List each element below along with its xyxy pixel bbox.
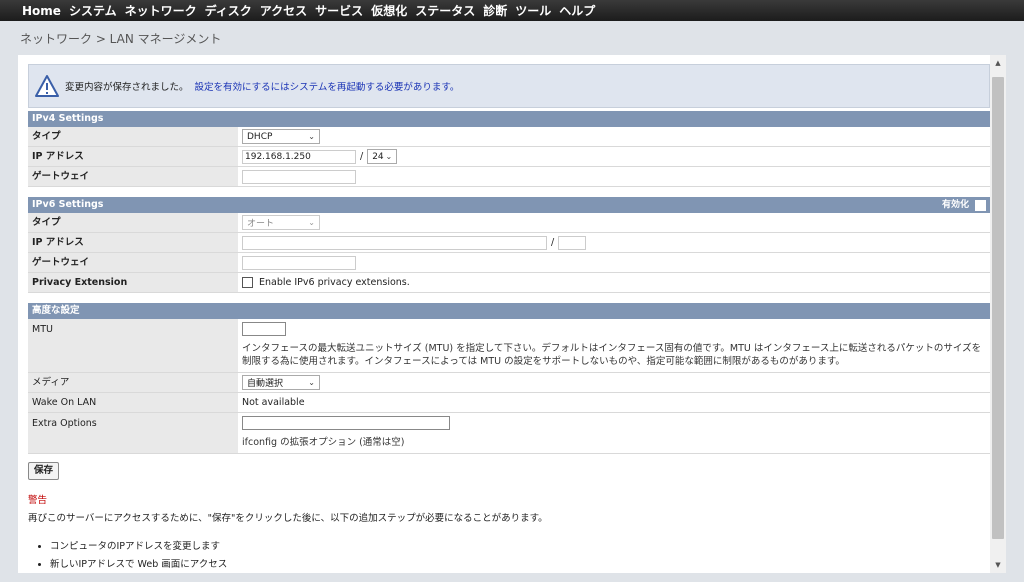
ipv6-privacy-text: Enable IPv6 privacy extensions. xyxy=(259,277,410,288)
ipv6-type-label: タイプ xyxy=(28,213,238,232)
media-row: メディア 自動選択 ⌄ xyxy=(28,373,990,393)
ipv6-type-value: オート xyxy=(247,219,275,229)
nav-home[interactable]: Home xyxy=(22,4,61,18)
scroll-down-icon[interactable]: ▼ xyxy=(990,557,1006,573)
vertical-scrollbar[interactable]: ▲ ▼ xyxy=(990,55,1006,573)
ipv6-heading: IPv6 Settings xyxy=(32,199,104,210)
ipv6-privacy-label: Privacy Extension xyxy=(28,273,238,292)
nav-network[interactable]: ネットワーク xyxy=(125,2,197,19)
mtu-input[interactable] xyxy=(242,322,286,336)
ipv4-mask-select[interactable]: 24 ⌄ xyxy=(367,149,398,164)
save-button[interactable]: 保存 xyxy=(28,462,60,480)
media-value: 自動選択 xyxy=(247,379,284,389)
ipv4-section-header: IPv4 Settings xyxy=(28,111,990,127)
nav-status[interactable]: ステータス xyxy=(415,2,475,19)
settings-form: 変更内容が保存されました。 設定を有効にするにはシステムを再起動する必要がありま… xyxy=(28,64,990,574)
ipv6-type-select[interactable]: オート ⌄ xyxy=(242,215,320,230)
media-label: メディア xyxy=(28,373,238,392)
ipv6-section-header: IPv6 Settings 有効化 xyxy=(28,197,990,213)
ipv4-ip-label: IP アドレス xyxy=(28,147,238,166)
nav-services[interactable]: サービス xyxy=(315,2,363,19)
ipv6-ip-row: IP アドレス / xyxy=(28,233,990,253)
nav-virtualization[interactable]: 仮想化 xyxy=(371,2,407,19)
extra-options-label: Extra Options xyxy=(28,413,238,453)
warning-title: 警告 xyxy=(28,495,48,506)
saved-notice: 変更内容が保存されました。 設定を有効にするにはシステムを再起動する必要がありま… xyxy=(28,64,990,108)
mtu-help-text: インタフェースの最大転送ユニットサイズ (MTU) を指定して下さい。デフォルト… xyxy=(242,343,982,367)
content-frame: 変更内容が保存されました。 設定を有効にするにはシステムを再起動する必要がありま… xyxy=(18,55,1006,573)
mtu-label: MTU xyxy=(28,319,238,372)
warning-text: 再びこのサーバーにアクセスするために、"保存"をクリックした後に、以下の追加ステ… xyxy=(28,513,548,524)
ipv6-privacy-row: Privacy Extension Enable IPv6 privacy ex… xyxy=(28,273,990,293)
extra-options-row: Extra Options ifconfig の拡張オプション (通常は空) xyxy=(28,413,990,454)
notice-restart-link[interactable]: 設定を有効にするにはシステムを再起動する必要があります。 xyxy=(195,79,460,93)
advanced-heading: 高度な設定 xyxy=(32,305,80,316)
nav-disk[interactable]: ディスク xyxy=(205,2,252,19)
ipv6-privacy-checkbox[interactable] xyxy=(242,277,253,288)
ipv6-ip-label: IP アドレス xyxy=(28,233,238,252)
ipv6-enable-label: 有効化 xyxy=(941,200,969,210)
ipv6-gateway-row: ゲートウェイ xyxy=(28,253,990,273)
ipv4-ip-row: IP アドレス 192.168.1.250 / 24 ⌄ xyxy=(28,147,990,167)
warning-steps: コンピュータのIPアドレスを変更します 新しいIPアドレスで Web 画面にアク… xyxy=(28,538,990,570)
chevron-down-icon: ⌄ xyxy=(385,152,393,161)
nav-tools[interactable]: ツール xyxy=(515,2,551,19)
nav-system[interactable]: システム xyxy=(69,2,117,19)
notice-message: 変更内容が保存されました。 xyxy=(65,82,189,93)
mtu-row: MTU インタフェースの最大転送ユニットサイズ (MTU) を指定して下さい。デ… xyxy=(28,319,990,373)
ipv4-type-select[interactable]: DHCP ⌄ xyxy=(242,129,320,144)
ipv6-slash: / xyxy=(551,237,555,248)
ipv4-slash: / xyxy=(360,151,364,162)
ipv4-heading: IPv4 Settings xyxy=(32,113,104,124)
advanced-section-header: 高度な設定 xyxy=(28,303,990,319)
ipv6-enable-checkbox[interactable] xyxy=(975,199,986,211)
ipv6-type-row: タイプ オート ⌄ xyxy=(28,213,990,233)
ipv6-prefix-input[interactable] xyxy=(558,235,587,250)
ipv4-gateway-input[interactable] xyxy=(242,169,356,184)
ipv4-gateway-label: ゲートウェイ xyxy=(28,167,238,186)
nav-diagnostics[interactable]: 診断 xyxy=(483,2,507,19)
ipv4-type-value: DHCP xyxy=(247,131,273,142)
ipv6-ip-input[interactable] xyxy=(242,235,547,250)
nav-help[interactable]: ヘルプ xyxy=(559,2,595,19)
ipv4-ip-input[interactable]: 192.168.1.250 xyxy=(242,149,356,164)
ipv4-mask-value: 24 xyxy=(372,151,384,162)
chevron-down-icon: ⌄ xyxy=(308,132,315,141)
nav-access[interactable]: アクセス xyxy=(260,2,307,19)
wol-value: Not available xyxy=(242,397,305,408)
wol-label: Wake On LAN xyxy=(28,393,238,412)
extra-options-input[interactable] xyxy=(242,416,450,430)
chevron-down-icon: ⌄ xyxy=(308,218,315,227)
ipv6-gateway-input[interactable] xyxy=(242,255,356,270)
warning-icon xyxy=(35,75,59,97)
breadcrumb: ネットワーク > LAN マネージメント xyxy=(20,32,222,46)
ipv4-type-label: タイプ xyxy=(28,127,238,146)
media-select[interactable]: 自動選択 ⌄ xyxy=(242,375,320,390)
top-menu-bar: Home システム ネットワーク ディスク アクセス サービス 仮想化 ステータ… xyxy=(0,0,1024,21)
wol-row: Wake On LAN Not available xyxy=(28,393,990,413)
scroll-up-icon[interactable]: ▲ xyxy=(990,55,1006,71)
ipv6-gateway-label: ゲートウェイ xyxy=(28,253,238,272)
ipv4-gateway-row: ゲートウェイ xyxy=(28,167,990,187)
scrollbar-thumb[interactable] xyxy=(992,77,1004,539)
list-item: コンピュータのIPアドレスを変更します xyxy=(50,538,990,552)
list-item: 新しいIPアドレスで Web 画面にアクセス xyxy=(50,556,990,570)
extra-options-help: ifconfig の拡張オプション (通常は空) xyxy=(242,437,405,448)
chevron-down-icon: ⌄ xyxy=(308,378,315,387)
ipv4-type-row: タイプ DHCP ⌄ xyxy=(28,127,990,147)
